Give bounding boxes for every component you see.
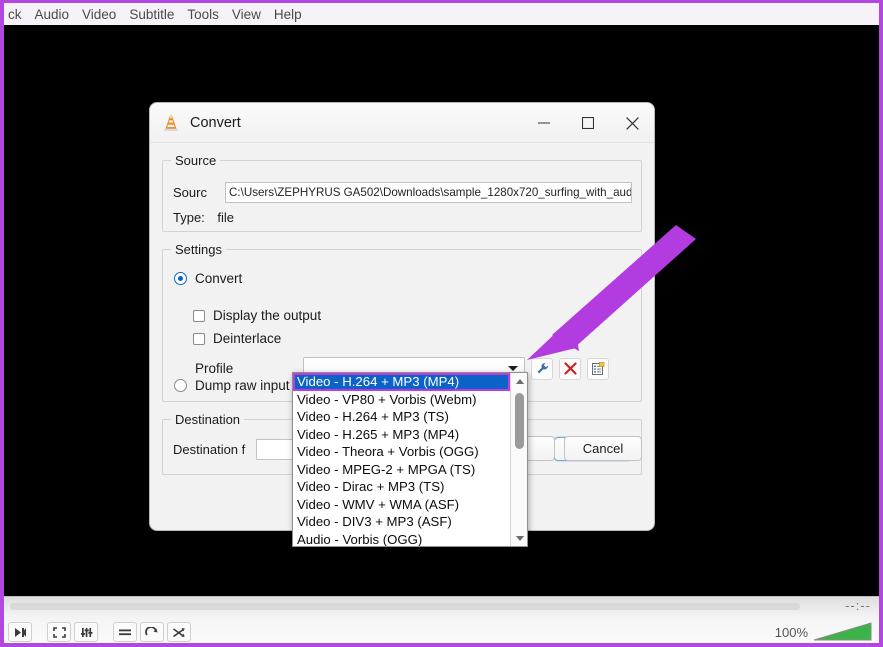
next-icon [14,627,26,637]
menu-bar: ck Audio Video Subtitle Tools View Help [4,3,879,25]
source-group: Source Sourc C:\Users\ZEPHYRUS GA502\Dow… [162,153,642,232]
loop-button[interactable] [140,622,164,642]
source-type-value: file [217,210,235,225]
destination-field-label: Destination f [173,441,246,457]
dropdown-item[interactable]: Video - H.265 + MP3 (MP4) [293,426,510,444]
dump-raw-input-row[interactable]: Dump raw input [174,378,290,393]
triangle-up-icon [515,378,524,384]
source-path-input[interactable]: C:\Users\ZEPHYRUS GA502\Downloads\sample… [225,182,632,203]
dropdown-item[interactable]: Video - VP80 + Vorbis (Webm) [293,391,510,409]
dropdown-item[interactable]: Video - WMV + WMA (ASF) [293,496,510,514]
dropdown-items: Video - H.264 + MP3 (MP4) Video - VP80 +… [293,373,510,546]
chevron-down-icon[interactable] [508,366,518,371]
display-output-row[interactable]: Display the output [193,308,321,323]
scrollbar-thumb[interactable] [515,393,524,449]
display-output-label: Display the output [213,308,322,323]
shuffle-button[interactable] [167,622,191,642]
volume-percent-label: 100% [774,625,808,640]
menu-item-view[interactable]: View [230,6,263,23]
menu-item-playback[interactable]: ck [6,6,24,23]
loop-icon [145,626,158,636]
playback-controls [8,622,191,642]
destination-legend: Destination [171,412,245,427]
minimize-button[interactable] [522,103,566,143]
source-type-row: Type: file [173,210,234,225]
dropdown-item[interactable]: Video - Theora + Vorbis (OGG) [293,443,510,461]
scroll-down-button[interactable] [511,530,528,546]
menu-item-audio[interactable]: Audio [33,6,72,23]
time-display: --:-- [845,598,871,613]
next-track-button[interactable] [8,622,32,642]
menu-item-help[interactable]: Help [272,6,304,23]
source-row: Sourc C:\Users\ZEPHYRUS GA502\Downloads\… [173,182,632,203]
dropdown-item[interactable]: Video - Dirac + MP3 (TS) [293,478,510,496]
playlist-icon [119,629,131,635]
convert-radio-label: Convert [195,271,243,286]
maximize-icon [582,117,594,129]
menu-item-subtitle[interactable]: Subtitle [127,6,176,23]
profile-label: Profile [195,361,234,376]
close-button[interactable] [610,103,654,143]
new-profile-icon [592,361,605,375]
maximize-button[interactable] [566,103,610,143]
equalizer-icon [80,627,92,637]
dump-raw-input-label: Dump raw input [195,378,290,393]
scroll-up-button[interactable] [511,373,528,389]
fullscreen-icon [52,626,66,638]
close-icon [625,116,639,130]
menu-item-video[interactable]: Video [80,6,118,23]
settings-legend: Settings [171,242,226,257]
dialog-title: Convert [190,114,241,131]
red-x-icon [563,362,577,375]
new-profile-button[interactable] [587,357,609,380]
dropdown-item[interactable]: Video - H.264 + MP3 (TS) [293,408,510,426]
wrench-icon [537,363,548,374]
player-control-bar: --:-- 100% [4,596,879,643]
edit-profile-button[interactable] [531,357,553,380]
vlc-main-window: ck Audio Video Subtitle Tools View Help … [0,0,883,647]
volume-control[interactable]: 100% [775,621,873,641]
dump-raw-input-radio[interactable] [174,379,187,392]
volume-slider[interactable] [813,621,873,641]
dialog-title-bar[interactable]: Convert [150,103,654,143]
deinterlace-checkbox[interactable] [193,332,205,345]
delete-profile-button[interactable] [559,357,581,380]
dropdown-item[interactable]: Audio - Vorbis (OGG) [293,531,510,547]
cancel-button[interactable]: Cancel [564,436,642,461]
triangle-down-icon [515,535,524,541]
shuffle-icon [173,627,185,637]
dropdown-item[interactable]: Video - MPEG-2 + MPGA (TS) [293,461,510,479]
convert-radio-row[interactable]: Convert [174,271,242,286]
fullscreen-button[interactable] [47,622,71,642]
dropdown-item[interactable]: Video - H.264 + MP3 (MP4) [293,373,510,391]
deinterlace-label: Deinterlace [213,331,282,346]
playlist-button[interactable] [113,622,137,642]
deinterlace-row[interactable]: Deinterlace [193,331,281,346]
source-field-label: Sourc [173,185,207,200]
menu-item-tools[interactable]: Tools [185,6,221,23]
dropdown-item[interactable]: Video - DIV3 + MP3 (ASF) [293,513,510,531]
profile-dropdown-list[interactable]: Video - H.264 + MP3 (MP4) Video - VP80 +… [292,372,528,547]
minimize-icon [538,122,550,124]
source-legend: Source [171,153,221,168]
extended-settings-button[interactable] [74,622,98,642]
vlc-cone-icon [164,114,178,131]
seek-slider[interactable] [10,603,800,610]
dropdown-scrollbar[interactable] [510,373,527,546]
source-type-label: Type: [173,210,205,225]
window-buttons [522,103,654,143]
convert-radio-button[interactable] [174,272,187,285]
display-output-checkbox[interactable] [193,309,205,322]
